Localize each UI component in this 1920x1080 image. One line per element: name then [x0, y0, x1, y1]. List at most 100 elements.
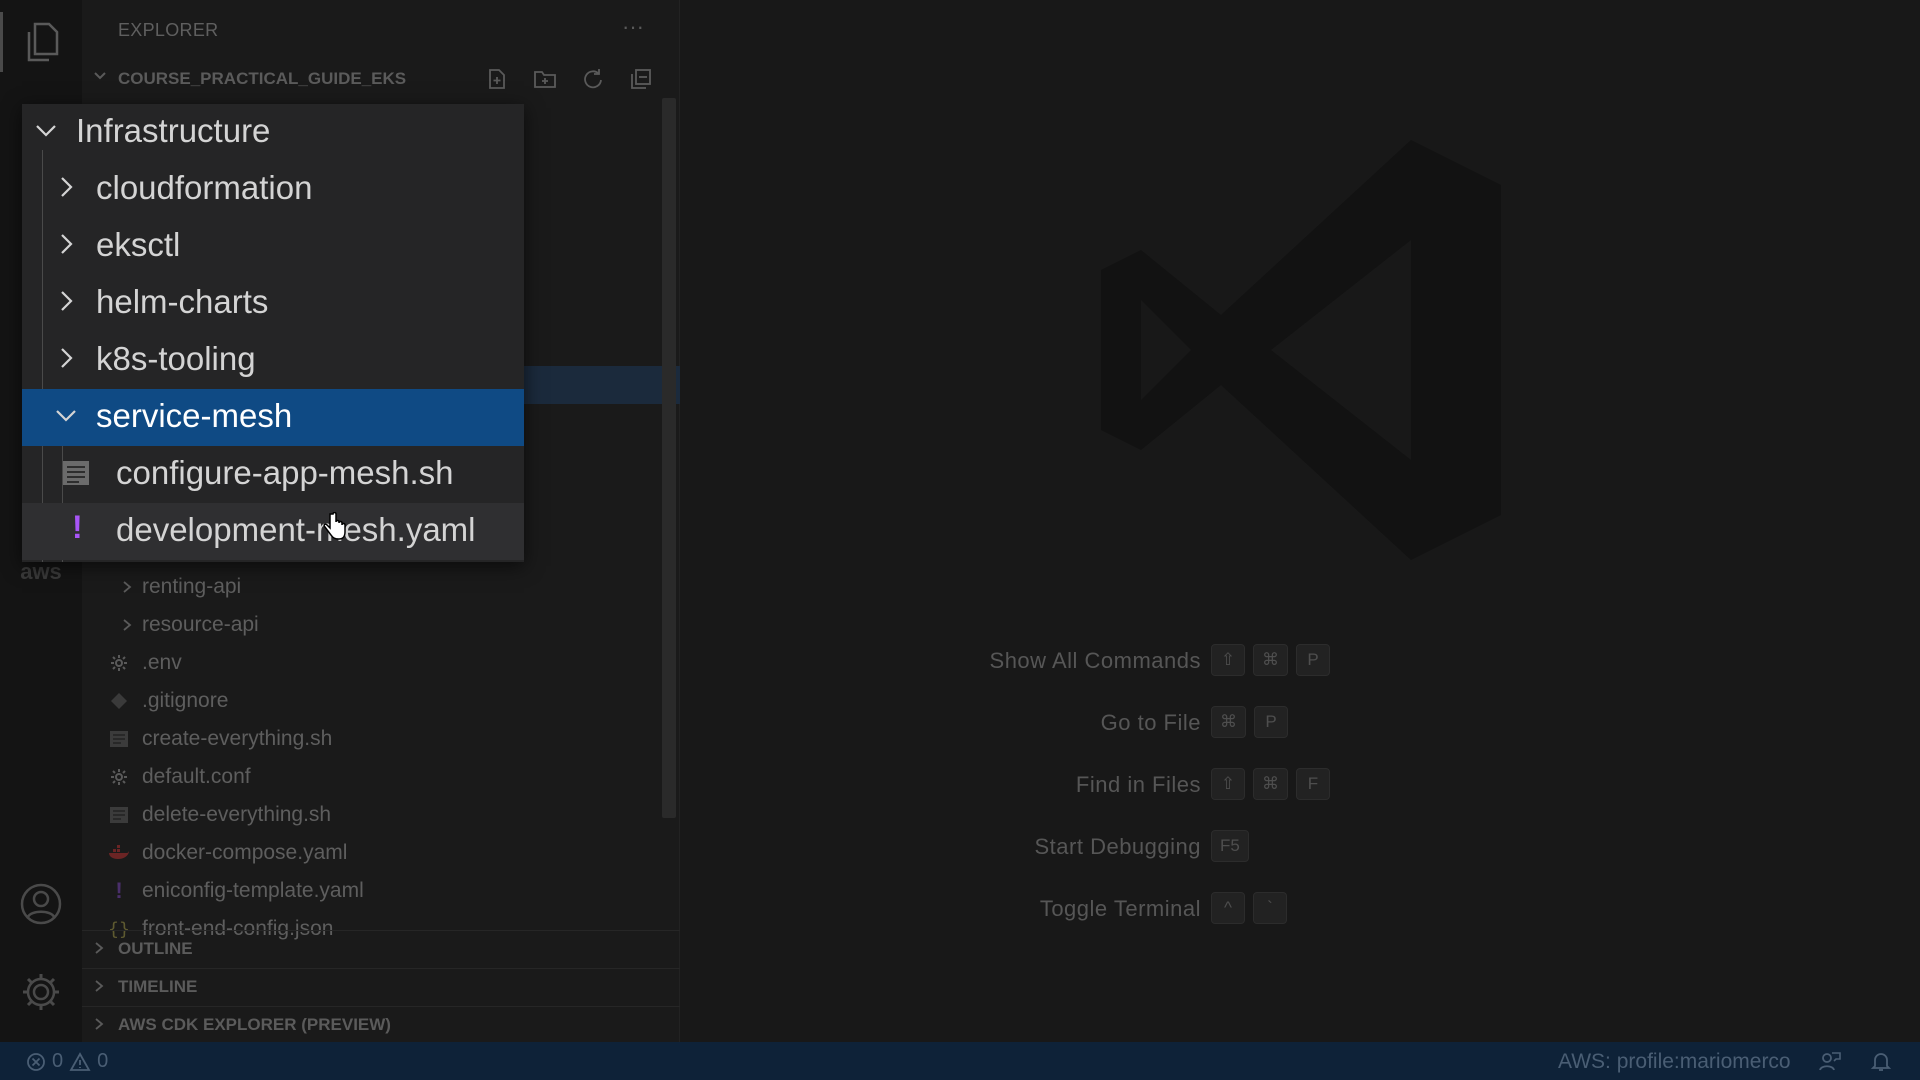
vscode-logo-icon [1101, 140, 1501, 560]
chevron-right-icon [95, 980, 104, 992]
keyboard-key: P [1296, 644, 1330, 676]
panel-header-label: OUTLINE [118, 939, 193, 958]
list-item[interactable]: ! eniconfig-template.yaml [82, 874, 662, 910]
list-item[interactable]: renting-api [82, 570, 662, 606]
problems-indicator[interactable]: 0 0 [26, 1050, 108, 1073]
shell-file-icon [63, 461, 89, 485]
gear-icon[interactable] [0, 966, 82, 1018]
bell-icon[interactable] [1870, 1050, 1892, 1072]
shortcut-keys: F5 [1211, 830, 1249, 862]
shortcut-hint-label: Start Debugging [1034, 834, 1201, 859]
refresh-icon[interactable] [578, 64, 608, 94]
tree-item-label: service-mesh [96, 397, 293, 434]
list-item-label: .gitignore [142, 689, 229, 712]
shortcut-hint: Toggle Terminal ^ ` [841, 890, 1541, 930]
keyboard-key: ⇧ [1211, 768, 1245, 800]
aws-profile-status[interactable]: AWS: profile:mariomerco [1558, 1050, 1791, 1074]
feedback-icon[interactable] [1818, 1050, 1842, 1072]
status-bar: 0 0 AWS: profile:mariomerco [0, 1042, 1920, 1080]
chevron-right-icon [61, 234, 73, 254]
warning-count: 0 [97, 1050, 109, 1072]
keyboard-key: ^ [1211, 892, 1245, 924]
list-item-label: delete-everything.sh [142, 803, 332, 826]
tree-folder-item[interactable]: cloudformation [22, 161, 524, 218]
shortcut-hint: Find in Files ⇧ ⌘ F [841, 766, 1541, 806]
tree-item-label: development-mesh.yaml [116, 511, 476, 548]
list-item-label: renting-api [142, 575, 242, 598]
tree-folder-item[interactable]: k8s-tooling [22, 332, 524, 389]
scrollbar[interactable] [662, 98, 676, 818]
list-item[interactable]: resource-api [82, 608, 662, 644]
tree-folder-item[interactable]: helm-charts [22, 275, 524, 332]
workspace-header[interactable]: COURSE_PRACTICAL_GUIDE_EKS [82, 64, 680, 94]
explorer-title: EXPLORER [118, 20, 219, 40]
chevron-down-icon [36, 125, 56, 137]
chevron-right-icon [95, 1018, 104, 1030]
shortcut-hint-label: Show All Commands [989, 648, 1201, 673]
list-item[interactable]: docker-compose.yaml [82, 836, 662, 872]
error-icon [27, 1052, 45, 1071]
panel-header-aws-cdk-explorer-preview[interactable]: AWS CDK EXPLORER (PREVIEW) [82, 1006, 680, 1042]
tree-file-item[interactable]: ! development-mesh.yaml [22, 503, 524, 560]
tree-folder-item[interactable]: service-mesh [22, 389, 524, 446]
chevron-right-icon [61, 348, 73, 368]
tree-item-label: configure-app-mesh.sh [116, 454, 454, 491]
list-item[interactable]: create-everything.sh [82, 722, 662, 758]
shortcut-keys: ⌘ P [1211, 706, 1288, 738]
more-actions-icon[interactable]: ··· [622, 14, 644, 40]
list-item-label: eniconfig-template.yaml [142, 879, 364, 902]
shell-file-icon [108, 728, 130, 750]
panel-header-label: TIMELINE [118, 977, 198, 996]
list-item-label: default.conf [142, 765, 251, 788]
tree-item-label: eksctl [96, 226, 181, 263]
collapse-all-icon[interactable] [626, 64, 656, 94]
chevron-down-icon [56, 410, 76, 422]
keyboard-key: ⌘ [1253, 644, 1288, 676]
workspace-title: COURSE_PRACTICAL_GUIDE_EKS [118, 69, 407, 88]
list-item[interactable]: delete-everything.sh [82, 798, 662, 834]
keyboard-key: F [1296, 768, 1330, 800]
chevron-right-icon [116, 576, 138, 598]
list-item-label: docker-compose.yaml [142, 841, 348, 864]
shortcut-keys: ^ ` [1211, 892, 1287, 924]
explorer-icon[interactable] [0, 12, 82, 72]
tree-file-item[interactable]: configure-app-mesh.sh [22, 446, 524, 503]
account-icon[interactable] [0, 878, 82, 930]
list-item[interactable]: default.conf [82, 760, 662, 796]
shortcut-hint-label: Find in Files [1075, 772, 1201, 797]
chevron-right-icon [61, 291, 73, 311]
keyboard-key: F5 [1211, 830, 1249, 862]
tree-folder-item[interactable]: Infrastructure [22, 104, 524, 161]
list-item[interactable]: .gitignore [82, 684, 662, 720]
list-item-label: .env [142, 651, 182, 674]
gear-icon [108, 766, 130, 788]
panel-header-timeline[interactable]: TIMELINE [82, 968, 680, 1004]
tree-item-label: cloudformation [96, 169, 313, 206]
new-file-icon[interactable] [482, 64, 512, 94]
panel-header-label: AWS CDK EXPLORER (PREVIEW) [118, 1015, 391, 1034]
chevron-right-icon [61, 177, 73, 197]
new-folder-icon[interactable] [530, 64, 560, 94]
shortcut-hint-label: Toggle Terminal [1039, 896, 1201, 921]
keyboard-key: P [1254, 706, 1288, 738]
panel-header-outline[interactable]: OUTLINE [82, 930, 680, 966]
chevron-right-icon [116, 614, 138, 636]
git-icon [108, 690, 130, 712]
warning-icon [69, 1051, 91, 1071]
keyboard-key: ⌘ [1253, 768, 1288, 800]
yaml-icon: ! [115, 878, 123, 903]
list-item[interactable]: .env [82, 646, 662, 682]
chevron-down-icon [94, 72, 106, 80]
shell-file-icon [108, 804, 130, 826]
keyboard-key: ⇧ [1211, 644, 1245, 676]
shortcut-hint: Start Debugging F5 [841, 828, 1541, 868]
hand-cursor-icon [322, 511, 346, 547]
tree-item-label: helm-charts [96, 283, 269, 320]
tree-item-label: k8s-tooling [96, 340, 256, 377]
shortcut-hint-label: Go to File [1100, 710, 1201, 735]
shortcut-hint: Show All Commands ⇧ ⌘ P [841, 642, 1541, 682]
list-item-label: create-everything.sh [142, 727, 333, 750]
keyboard-key: ` [1253, 892, 1287, 924]
keyboard-key: ⌘ [1211, 706, 1246, 738]
tree-folder-item[interactable]: eksctl [22, 218, 524, 275]
